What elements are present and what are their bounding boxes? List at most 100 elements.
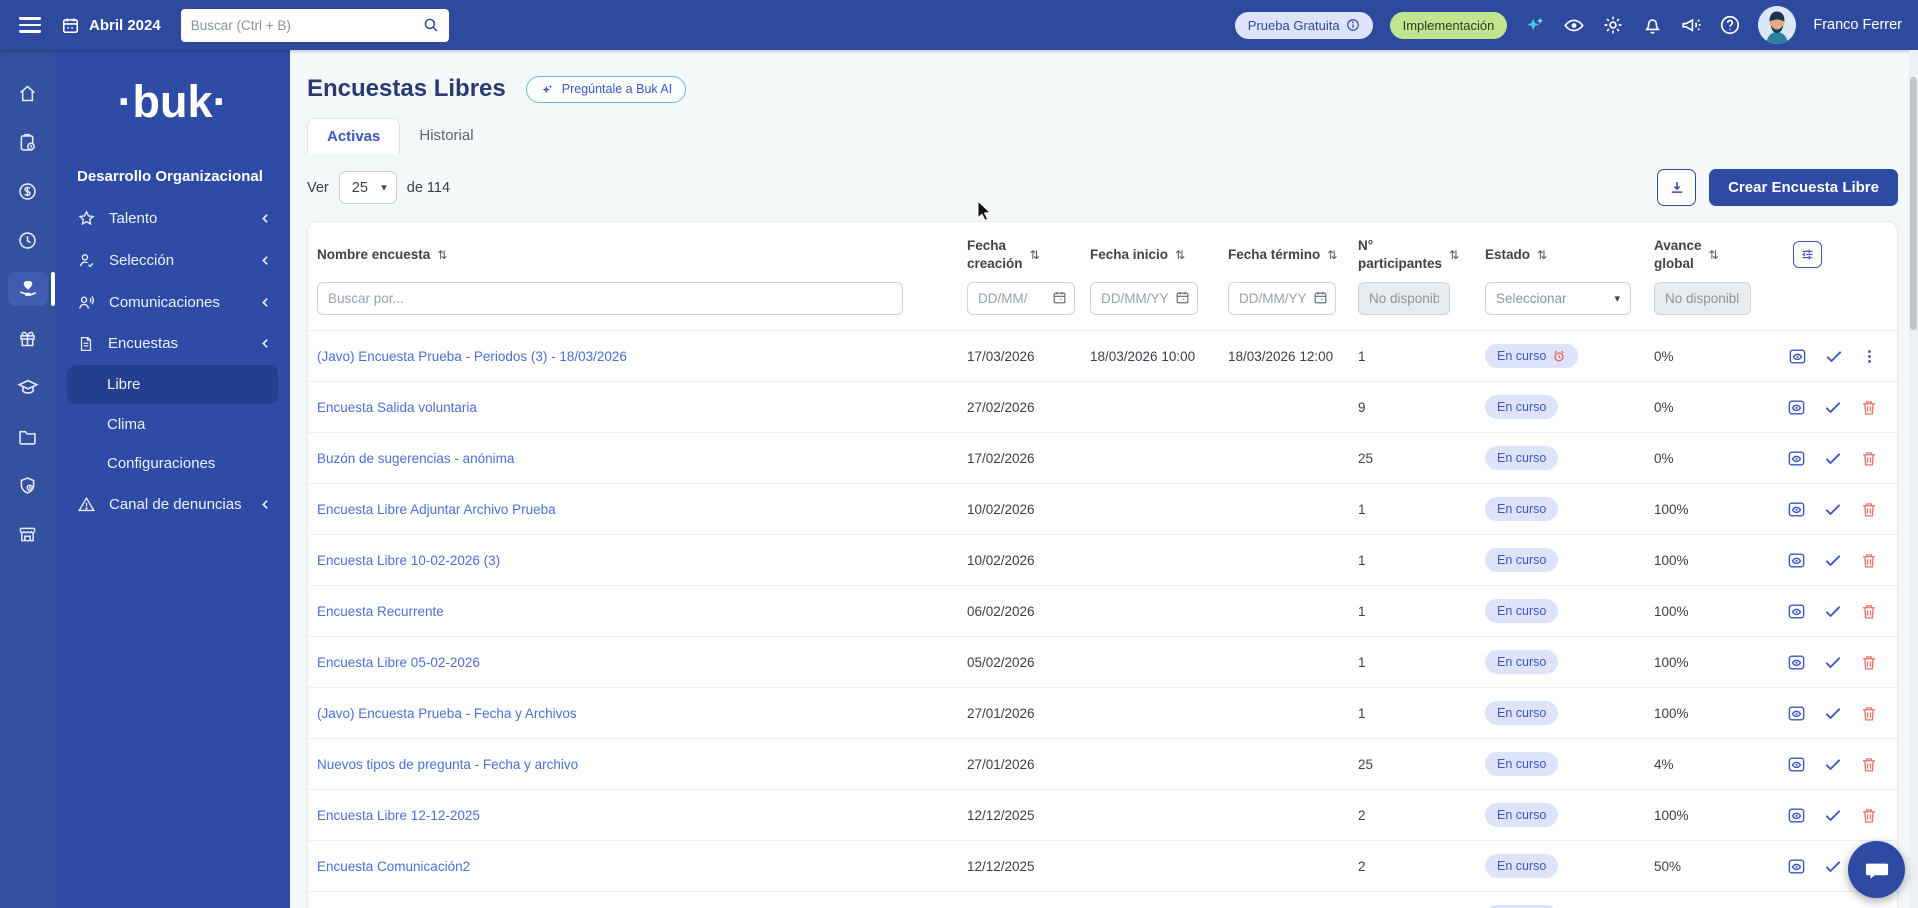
- sidebar-item-talento[interactable]: Talento: [55, 197, 290, 239]
- column-settings-button[interactable]: [1793, 241, 1822, 269]
- survey-name-link[interactable]: Encuesta Libre 05-02-2026: [317, 655, 480, 670]
- sort-icon[interactable]: ⇅: [1327, 248, 1337, 262]
- folder-icon[interactable]: [8, 419, 48, 453]
- survey-name-link[interactable]: Encuesta Libre Adjuntar Archivo Prueba: [317, 502, 556, 517]
- global-search-input[interactable]: [180, 17, 413, 33]
- tab-activas[interactable]: Activas: [307, 118, 401, 154]
- delete-icon[interactable]: [1860, 602, 1878, 621]
- survey-name-link[interactable]: Encuesta Libre 12-12-2025: [317, 808, 480, 823]
- approve-icon[interactable]: [1823, 652, 1843, 672]
- approve-icon[interactable]: [1823, 397, 1843, 417]
- store-icon[interactable]: [8, 517, 48, 551]
- survey-name-link[interactable]: (Javo) Encuesta Prueba - Periodos (3) - …: [317, 349, 627, 364]
- status-label: En curso: [1497, 349, 1547, 364]
- hand-heart-icon[interactable]: [7, 272, 55, 306]
- page-size-select[interactable]: 25 ▾: [338, 171, 397, 204]
- help-icon[interactable]: [1719, 14, 1741, 36]
- delete-icon[interactable]: [1860, 653, 1878, 672]
- preview-icon[interactable]: [1787, 500, 1806, 519]
- preview-icon[interactable]: [1787, 653, 1806, 672]
- download-button[interactable]: [1657, 169, 1697, 206]
- preview-icon[interactable]: [1787, 704, 1806, 723]
- survey-name-link[interactable]: (Javo) Encuesta Prueba - Fecha y Archivo…: [317, 706, 577, 721]
- approve-icon[interactable]: [1823, 550, 1843, 570]
- graduation-icon[interactable]: [8, 370, 48, 404]
- shield-icon[interactable]: [8, 468, 48, 502]
- sort-icon[interactable]: ⇅: [1030, 248, 1040, 262]
- clipboard-clock-icon[interactable]: [8, 125, 48, 159]
- sidebar-item-encuestas[interactable]: Encuestas: [55, 323, 290, 364]
- approve-icon[interactable]: [1823, 703, 1843, 723]
- home-icon[interactable]: [8, 76, 48, 110]
- preview-icon[interactable]: [1788, 347, 1807, 366]
- preview-icon[interactable]: [1787, 551, 1806, 570]
- sidebar-subitem-configuraciones[interactable]: Configuraciones: [55, 444, 290, 483]
- approve-icon[interactable]: [1823, 601, 1843, 621]
- sidebar-subitem-libre[interactable]: Libre: [67, 365, 278, 404]
- approve-icon[interactable]: [1823, 448, 1843, 468]
- ask-buk-ai-button[interactable]: Pregúntale a Buk AI: [525, 75, 687, 103]
- gift-icon[interactable]: [8, 321, 48, 355]
- search-icon[interactable]: [413, 16, 449, 34]
- survey-name-link[interactable]: Encuesta Libre 10-02-2026 (3): [317, 553, 500, 568]
- bell-icon[interactable]: [1641, 14, 1663, 36]
- delete-icon[interactable]: [1860, 704, 1878, 723]
- approve-icon[interactable]: [1824, 346, 1844, 366]
- progress-value: 100%: [1654, 552, 1689, 568]
- sidebar-item-seleccion[interactable]: Selección: [55, 239, 290, 281]
- survey-name-link[interactable]: Encuesta Salida voluntaria: [317, 400, 477, 415]
- delete-icon[interactable]: [1860, 755, 1878, 774]
- gear-icon[interactable]: [1602, 14, 1624, 36]
- delete-icon[interactable]: [1860, 398, 1878, 417]
- clock-icon[interactable]: [8, 223, 48, 257]
- delete-icon[interactable]: [1860, 449, 1878, 468]
- user-name[interactable]: Franco Ferrer: [1813, 17, 1902, 33]
- sidebar-subitem-clima[interactable]: Clima: [55, 405, 290, 444]
- estado-filter-select[interactable]: Seleccionar ▾: [1485, 282, 1631, 316]
- month-picker[interactable]: Abril 2024: [61, 16, 161, 35]
- creation-date-filter[interactable]: [967, 282, 1075, 316]
- chat-widget-button[interactable]: [1848, 841, 1905, 898]
- preview-icon[interactable]: [1787, 755, 1806, 774]
- row-menu-icon[interactable]: [1861, 348, 1878, 365]
- table-row: Nuevos tipos de pregunta - Fecha y archi…: [308, 738, 1897, 789]
- survey-name-link[interactable]: Encuesta Recurrente: [317, 604, 444, 619]
- implementation-badge[interactable]: Implementación: [1389, 11, 1508, 39]
- sidebar-item-canal-denuncias[interactable]: Canal de denuncias: [55, 483, 290, 525]
- sort-icon[interactable]: ⇅: [437, 248, 447, 262]
- preview-icon[interactable]: [1787, 857, 1806, 876]
- delete-icon[interactable]: [1860, 806, 1878, 825]
- approve-icon[interactable]: [1823, 856, 1843, 876]
- sort-icon[interactable]: ⇅: [1537, 248, 1547, 262]
- approve-icon[interactable]: [1823, 499, 1843, 519]
- scrollbar-thumb[interactable]: [1910, 77, 1917, 330]
- preview-icon[interactable]: [1787, 806, 1806, 825]
- trial-badge[interactable]: Prueba Gratuita: [1234, 11, 1373, 39]
- create-survey-button[interactable]: Crear Encuesta Libre: [1709, 169, 1898, 206]
- name-filter-input[interactable]: [317, 282, 903, 316]
- approve-icon[interactable]: [1823, 805, 1843, 825]
- megaphone-icon[interactable]: [1680, 14, 1702, 36]
- sort-icon[interactable]: ⇅: [1709, 248, 1719, 262]
- preview-icon[interactable]: [1787, 602, 1806, 621]
- preview-icon[interactable]: [1787, 398, 1806, 417]
- delete-icon[interactable]: [1860, 500, 1878, 519]
- end-date-filter[interactable]: [1228, 282, 1336, 316]
- hamburger-menu-icon[interactable]: [19, 13, 41, 37]
- eye-icon[interactable]: [1563, 14, 1585, 36]
- survey-name-link[interactable]: Encuesta Comunicación2: [317, 859, 470, 874]
- survey-name-link[interactable]: Nuevos tipos de pregunta - Fecha y archi…: [317, 757, 578, 772]
- start-date-filter[interactable]: [1090, 282, 1198, 316]
- chat-bubble-icon: [1863, 856, 1891, 884]
- sort-icon[interactable]: ⇅: [1449, 248, 1459, 262]
- delete-icon[interactable]: [1860, 551, 1878, 570]
- user-avatar[interactable]: [1758, 6, 1797, 44]
- sort-icon[interactable]: ⇅: [1175, 248, 1185, 262]
- survey-name-link[interactable]: Buzón de sugerencias - anónima: [317, 451, 514, 466]
- preview-icon[interactable]: [1787, 449, 1806, 468]
- sidebar-item-comunicaciones[interactable]: Comunicaciones: [55, 281, 290, 323]
- tab-historial[interactable]: Historial: [400, 118, 492, 154]
- approve-icon[interactable]: [1823, 754, 1843, 774]
- ai-sparkle-icon[interactable]: [1524, 14, 1546, 36]
- money-icon[interactable]: [8, 174, 48, 208]
